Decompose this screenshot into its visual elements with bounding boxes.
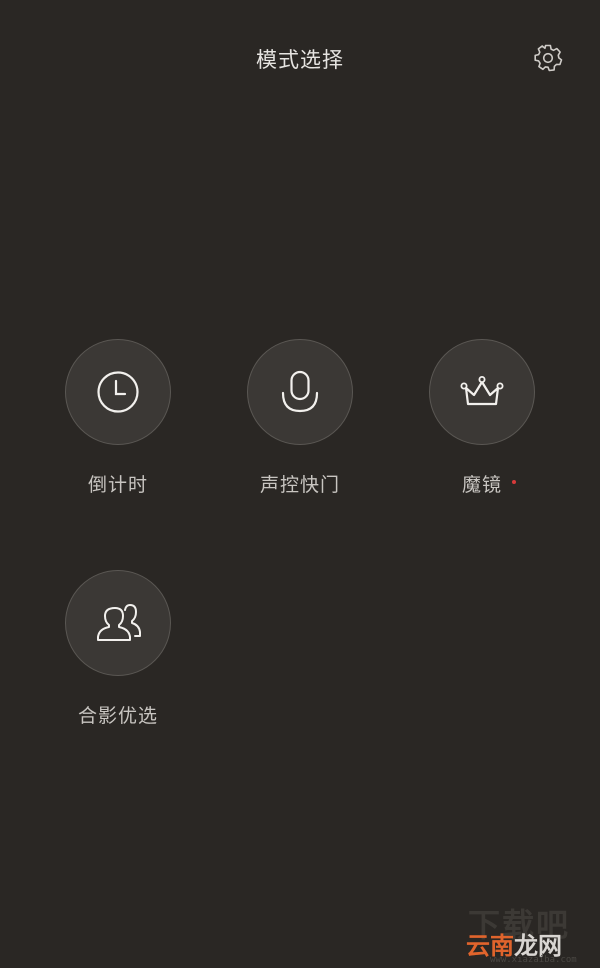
- settings-button[interactable]: [532, 42, 564, 74]
- people-icon: [97, 604, 141, 641]
- mode-magic-circle[interactable]: [429, 339, 535, 445]
- crown-icon: [460, 376, 504, 406]
- mode-selection-screen: 模式选择 倒计时 声控快门 魔镜 合影优选 下载吧 云南龙网 www.xiaza…: [0, 0, 600, 968]
- watermark-url: www.xiazaiba.com: [490, 955, 577, 965]
- mode-group-circle[interactable]: [65, 570, 171, 676]
- mode-magic-mirror[interactable]: 魔镜: [412, 339, 552, 497]
- mode-voice-shutter[interactable]: 声控快门: [230, 339, 370, 497]
- mode-magic-label-text: 魔镜: [461, 474, 502, 496]
- microphone-icon: [281, 370, 319, 413]
- watermark: 下载吧 云南龙网 www.xiazaiba.com: [460, 900, 600, 968]
- mode-timer-label: 倒计时: [87, 474, 148, 496]
- mode-group-label: 合影优选: [77, 705, 158, 727]
- page-title: 模式选择: [256, 48, 344, 72]
- mode-timer[interactable]: 倒计时: [48, 339, 188, 497]
- mode-timer-circle[interactable]: [65, 339, 171, 445]
- mode-voice-circle[interactable]: [247, 339, 353, 445]
- mode-voice-label: 声控快门: [259, 474, 340, 496]
- new-indicator-dot: [512, 480, 516, 484]
- mode-magic-label: 魔镜: [461, 470, 516, 497]
- clock-icon: [97, 371, 139, 413]
- mode-group-photo[interactable]: 合影优选: [48, 570, 188, 728]
- gear-icon: [534, 44, 563, 72]
